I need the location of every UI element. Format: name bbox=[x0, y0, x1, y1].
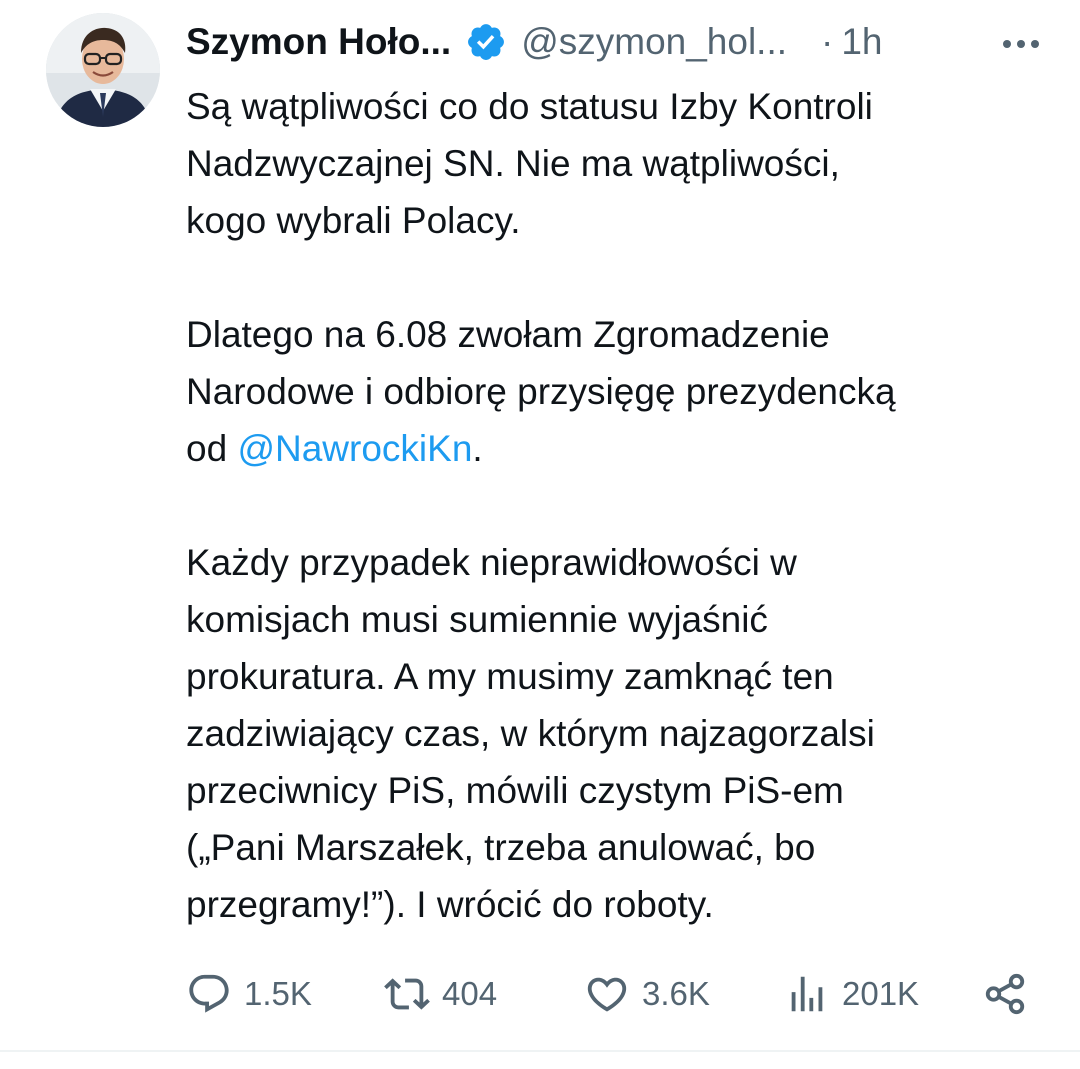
tweet-line: Narodowe i odbiorę przysięgę prezydencką bbox=[186, 371, 896, 412]
author-name[interactable]: Szymon Hoło... bbox=[186, 21, 451, 63]
more-dots-icon[interactable] bbox=[996, 20, 1046, 64]
repost-arrows-icon bbox=[384, 971, 430, 1017]
repost-button[interactable]: 404 bbox=[384, 964, 497, 1024]
share-button[interactable] bbox=[982, 964, 1028, 1024]
tweet-line: Nadzwyczajnej SN. Nie ma wątpliwości, bbox=[186, 143, 840, 184]
tweet-actions: 1.5K 404 3.6K 201K bbox=[186, 964, 1036, 1024]
verified-badge-icon bbox=[465, 21, 507, 63]
views-count: 201K bbox=[842, 975, 920, 1012]
repost-count: 404 bbox=[442, 975, 498, 1012]
tweet-paragraph-2: Dlatego na 6.08 zwołam Zgromadzenie Naro… bbox=[186, 306, 1066, 477]
header-separator: · bbox=[821, 21, 834, 62]
reply-bubble-icon bbox=[186, 971, 232, 1017]
views-button[interactable]: 201K bbox=[784, 964, 919, 1024]
tweet-text: Są wątpliwości co do statusu Izby Kontro… bbox=[186, 78, 1066, 933]
reply-count: 1.5K bbox=[244, 975, 312, 1012]
tweet-line: Są wątpliwości co do statusu Izby Kontro… bbox=[186, 86, 873, 127]
tweet-line: zadziwiający czas, w którym najzagorzals… bbox=[186, 713, 875, 754]
tweet-line: przeciwnicy PiS, mówili czystym PiS-em bbox=[186, 770, 844, 811]
mention-suffix: . bbox=[472, 428, 483, 469]
mention-prefix: od bbox=[186, 428, 238, 469]
tweet-line: kogo wybrali Polacy. bbox=[186, 200, 521, 241]
author-handle[interactable]: @szymon_hol... bbox=[521, 21, 787, 63]
share-icon bbox=[982, 971, 1028, 1017]
avatar[interactable] bbox=[46, 13, 160, 127]
divider bbox=[0, 1050, 1080, 1052]
tweet-line: Każdy przypadek nieprawidłowości w bbox=[186, 542, 797, 583]
heart-icon bbox=[584, 971, 630, 1017]
tweet-paragraph-1: Są wątpliwości co do statusu Izby Kontro… bbox=[186, 78, 1066, 249]
tweet-line: prokuratura. A my musimy zamknąć ten bbox=[186, 656, 834, 697]
tweet-line-with-mention: od @NawrockiKn. bbox=[186, 420, 1066, 477]
views-bars-icon bbox=[784, 971, 830, 1017]
reply-button[interactable]: 1.5K bbox=[186, 964, 312, 1024]
mention-link[interactable]: @NawrockiKn bbox=[237, 428, 472, 469]
tweet-paragraph-3: Każdy przypadek nieprawidłowości w komis… bbox=[186, 534, 1066, 933]
tweet-header: Szymon Hoło... @szymon_hol... · 1h bbox=[186, 14, 1046, 70]
tweet-line: przegramy!”). I wrócić do roboty. bbox=[186, 884, 714, 925]
tweet: Szymon Hoło... @szymon_hol... · 1h Są wą… bbox=[0, 0, 1080, 1069]
avatar-photo bbox=[46, 13, 160, 127]
tweet-line: („Pani Marszałek, trzeba anulować, bo bbox=[186, 827, 816, 868]
tweet-time[interactable]: 1h bbox=[841, 21, 882, 63]
tweet-line: Dlatego na 6.08 zwołam Zgromadzenie bbox=[186, 314, 830, 355]
like-button[interactable]: 3.6K bbox=[584, 964, 710, 1024]
like-count: 3.6K bbox=[642, 975, 710, 1012]
tweet-line: komisjach musi sumiennie wyjaśnić bbox=[186, 599, 768, 640]
